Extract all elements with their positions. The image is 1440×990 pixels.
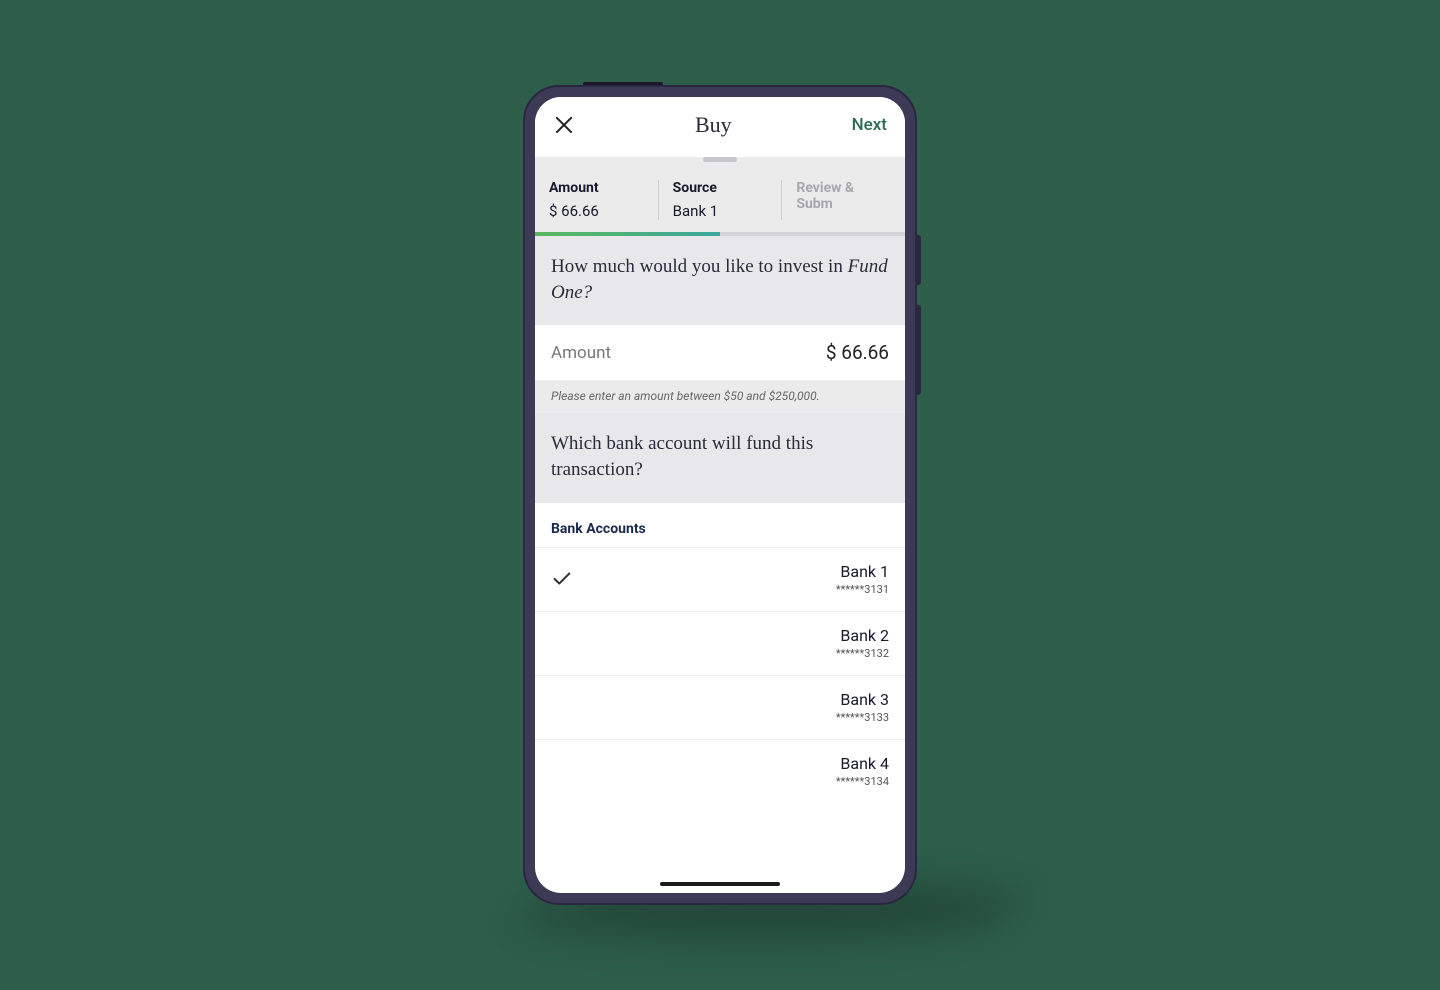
step-source[interactable]: Source Bank 1	[658, 180, 782, 220]
bank-list: Bank 1 ******3131 Bank 2 ******3132 Bank…	[535, 547, 905, 803]
bank-account-number: ******3133	[836, 711, 889, 724]
step-value: Bank 1	[673, 202, 768, 220]
check-icon-placeholder	[551, 760, 573, 782]
step-label: Source	[673, 180, 768, 196]
question-text: How much would you like to invest in Fun…	[551, 256, 888, 303]
check-icon	[551, 568, 573, 590]
step-value: $ 66.66	[549, 202, 644, 220]
question-amount: How much would you like to invest in Fun…	[535, 236, 905, 325]
amount-label: Amount	[551, 343, 611, 363]
bank-name: Bank 4	[836, 754, 889, 773]
step-label: Amount	[549, 180, 644, 196]
step-label: Review & Subm	[796, 180, 891, 212]
bank-name: Bank 1	[836, 562, 889, 581]
bank-accounts-heading: Bank Accounts	[535, 503, 905, 547]
check-icon-placeholder	[551, 696, 573, 718]
steps-row: Amount $ 66.66 Source Bank 1 Review & Su…	[535, 170, 905, 232]
phone-side-button	[917, 235, 921, 285]
next-button[interactable]: Next	[852, 115, 887, 135]
steps-panel: Amount $ 66.66 Source Bank 1 Review & Su…	[535, 157, 905, 236]
drag-handle-icon[interactable]	[703, 157, 737, 162]
question-prefix: How much would you like to invest in	[551, 256, 848, 277]
step-amount[interactable]: Amount $ 66.66	[535, 180, 658, 220]
bank-name: Bank 3	[836, 690, 889, 709]
amount-hint: Please enter an amount between $50 and $…	[535, 381, 905, 413]
close-icon[interactable]	[553, 114, 575, 136]
question-text: Which bank account will fund this transa…	[551, 433, 813, 480]
bank-info: Bank 2 ******3132	[836, 626, 889, 660]
bank-account-number: ******3134	[836, 775, 889, 788]
bank-account-number: ******3132	[836, 647, 889, 660]
bank-account-number: ******3131	[836, 583, 889, 596]
bank-name: Bank 2	[836, 626, 889, 645]
bank-info: Bank 4 ******3134	[836, 754, 889, 788]
amount-input-row[interactable]: Amount $ 66.66	[535, 325, 905, 381]
phone-frame: Buy Next Amount $ 66.66 Source Bank 1 Re…	[523, 85, 917, 905]
progress-fill	[535, 232, 720, 236]
bank-item[interactable]: Bank 3 ******3133	[535, 675, 905, 739]
step-review[interactable]: Review & Subm	[781, 180, 905, 220]
question-bank: Which bank account will fund this transa…	[535, 413, 905, 502]
home-indicator[interactable]	[660, 882, 780, 886]
bank-info: Bank 3 ******3133	[836, 690, 889, 724]
bank-item[interactable]: Bank 4 ******3134	[535, 739, 905, 803]
nav-bar: Buy Next	[535, 97, 905, 153]
screen: Buy Next Amount $ 66.66 Source Bank 1 Re…	[535, 97, 905, 893]
bank-item[interactable]: Bank 2 ******3132	[535, 611, 905, 675]
bank-item[interactable]: Bank 1 ******3131	[535, 547, 905, 611]
content: Amount $ 66.66 Source Bank 1 Review & Su…	[535, 153, 905, 893]
check-icon-placeholder	[551, 632, 573, 654]
page-title: Buy	[695, 112, 732, 138]
amount-value: $ 66.66	[826, 341, 889, 364]
bank-info: Bank 1 ******3131	[836, 562, 889, 596]
phone-side-button	[917, 305, 921, 395]
